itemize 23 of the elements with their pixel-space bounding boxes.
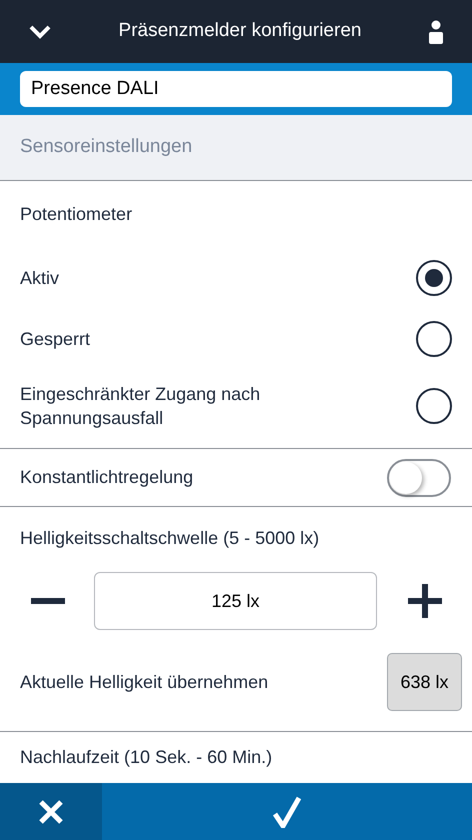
person-icon[interactable]: [428, 20, 444, 44]
close-icon: [38, 798, 64, 824]
value-field[interactable]: 125 lx: [94, 572, 377, 630]
option-label: Gesperrt: [20, 328, 90, 350]
plus-icon[interactable]: [408, 584, 442, 618]
brightness-button[interactable]: 638 lx: [387, 653, 462, 711]
radio-button[interactable]: [416, 388, 452, 424]
setting-label: Konstantlichtregelung: [20, 466, 194, 489]
setting-label: Aktuelle Helligkeit übernehmen: [20, 670, 268, 694]
checkmark-icon: [273, 796, 301, 828]
group-label: Potentiometer: [20, 202, 132, 226]
setting-label: Helligkeitsschaltschwelle (5 - 5000 lx): [20, 526, 320, 550]
option-label: Eingeschränkter Zugang nach Spannungsausfall: [20, 382, 262, 430]
toggle-switch[interactable]: [387, 458, 451, 496]
radio-button[interactable]: [416, 260, 452, 296]
name-field[interactable]: Presence DALI: [20, 71, 452, 107]
radio-button[interactable]: [416, 320, 452, 356]
cancel-button[interactable]: [0, 783, 102, 840]
setting-label: Nachlaufzeit (10 Sek. - 60 Min.): [20, 746, 272, 769]
screen-title: Präsenzmelder konfigurieren: [118, 19, 362, 44]
chevron-down-icon[interactable]: [28, 24, 52, 40]
option-label: Aktiv: [20, 266, 60, 290]
section-title: Sensoreinstellungen: [20, 135, 192, 160]
